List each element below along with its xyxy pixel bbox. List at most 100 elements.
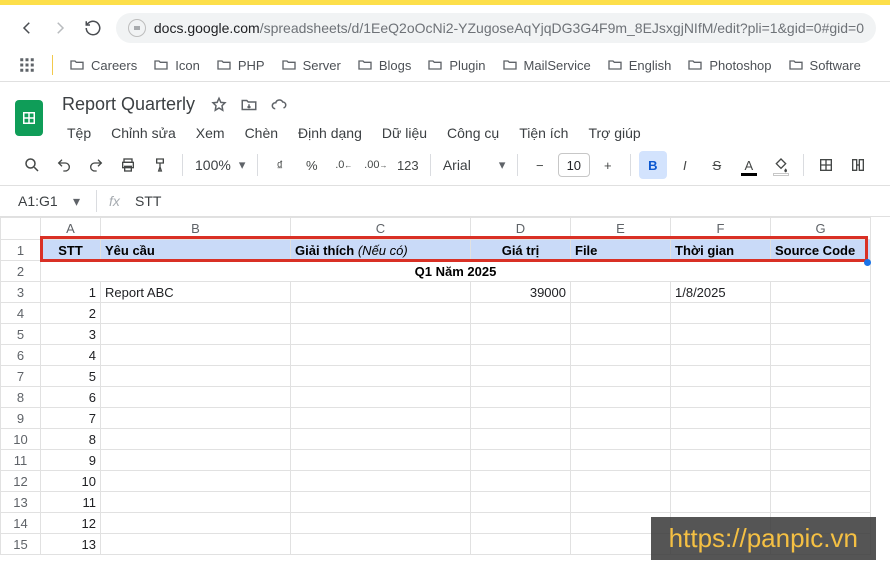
cell[interactable] (671, 429, 771, 450)
cell[interactable] (471, 513, 571, 534)
cell[interactable] (771, 387, 871, 408)
cell[interactable] (471, 324, 571, 345)
bookmark-item[interactable]: Careers (69, 57, 137, 73)
cell[interactable]: 12 (41, 513, 101, 534)
cell[interactable] (101, 513, 291, 534)
cell[interactable]: 11 (41, 492, 101, 513)
cell[interactable] (101, 471, 291, 492)
print-button[interactable] (114, 151, 142, 179)
borders-button[interactable] (812, 151, 840, 179)
row-header[interactable]: 9 (1, 408, 41, 429)
cell[interactable] (571, 387, 671, 408)
section-header-cell[interactable]: Q1 Năm 2025 (41, 261, 871, 282)
cell[interactable] (291, 366, 471, 387)
cell[interactable] (671, 387, 771, 408)
menu-item[interactable]: Định dạng (289, 121, 371, 145)
cell[interactable] (571, 429, 671, 450)
menu-item[interactable]: Chèn (236, 121, 287, 145)
cell[interactable] (771, 345, 871, 366)
row-header[interactable]: 5 (1, 324, 41, 345)
cell[interactable] (101, 303, 291, 324)
cell[interactable] (771, 282, 871, 303)
cell[interactable] (771, 471, 871, 492)
cell[interactable] (571, 303, 671, 324)
cell[interactable]: 13 (41, 534, 101, 555)
row-header[interactable]: 6 (1, 345, 41, 366)
row-header[interactable]: 10 (1, 429, 41, 450)
menu-item[interactable]: Tiện ích (510, 121, 577, 145)
row-header[interactable]: 12 (1, 471, 41, 492)
spreadsheet-grid[interactable]: ABCDEFG 1STTYêu cầuGiải thích (Nếu có)Gi… (0, 217, 871, 555)
undo-button[interactable] (50, 151, 78, 179)
cell[interactable] (291, 450, 471, 471)
cell[interactable] (291, 534, 471, 555)
cell[interactable] (771, 450, 871, 471)
cell[interactable] (291, 387, 471, 408)
select-all-corner[interactable] (1, 218, 41, 240)
search-menu-icon[interactable] (18, 151, 46, 179)
cell[interactable] (771, 408, 871, 429)
cell[interactable] (101, 450, 291, 471)
row-header[interactable]: 8 (1, 387, 41, 408)
cell[interactable] (571, 450, 671, 471)
row-header[interactable]: 11 (1, 450, 41, 471)
cell[interactable] (291, 471, 471, 492)
cell[interactable] (671, 450, 771, 471)
cell[interactable]: 9 (41, 450, 101, 471)
cell[interactable]: 3 (41, 324, 101, 345)
cell[interactable] (101, 429, 291, 450)
cell[interactable] (571, 408, 671, 429)
cell[interactable]: 2 (41, 303, 101, 324)
cell[interactable] (291, 303, 471, 324)
cell[interactable] (471, 429, 571, 450)
cell[interactable] (291, 282, 471, 303)
cell[interactable] (471, 303, 571, 324)
cell[interactable] (101, 492, 291, 513)
cell[interactable] (101, 345, 291, 366)
bookmark-item[interactable]: Photoshop (687, 57, 771, 73)
column-header[interactable]: B (101, 218, 291, 240)
sheets-logo[interactable] (10, 94, 48, 142)
cell[interactable] (671, 471, 771, 492)
cell[interactable] (471, 450, 571, 471)
cell[interactable] (101, 324, 291, 345)
menu-item[interactable]: Tệp (58, 121, 100, 145)
header-cell[interactable]: Giải thích (Nếu có) (291, 240, 471, 261)
cell[interactable]: 4 (41, 345, 101, 366)
address-bar[interactable]: docs.google.com/spreadsheets/d/1EeQ2oOcN… (116, 13, 876, 43)
cell[interactable] (101, 534, 291, 555)
row-header[interactable]: 2 (1, 261, 41, 282)
column-header[interactable]: E (571, 218, 671, 240)
redo-button[interactable] (82, 151, 110, 179)
cell[interactable]: 6 (41, 387, 101, 408)
cell[interactable]: 10 (41, 471, 101, 492)
bookmark-item[interactable]: English (607, 57, 672, 73)
font-chevron-icon[interactable]: ▾ (499, 157, 509, 173)
percent-format-button[interactable]: % (298, 151, 326, 179)
star-icon[interactable] (209, 95, 229, 115)
name-box-chevron-icon[interactable]: ▾ (73, 193, 80, 210)
cell[interactable] (471, 408, 571, 429)
cell[interactable] (771, 366, 871, 387)
header-cell[interactable]: Thời gian (671, 240, 771, 261)
cell[interactable]: 1 (41, 282, 101, 303)
column-header[interactable]: D (471, 218, 571, 240)
cell[interactable] (291, 345, 471, 366)
cell[interactable] (771, 303, 871, 324)
cell[interactable] (471, 534, 571, 555)
column-header[interactable]: A (41, 218, 101, 240)
cell[interactable]: Report ABC (101, 282, 291, 303)
increase-decimal-button[interactable]: .00→ (362, 151, 390, 179)
cell[interactable] (571, 366, 671, 387)
formula-bar[interactable]: STT (135, 193, 161, 209)
zoom-chevron-icon[interactable]: ▾ (239, 157, 249, 173)
cell[interactable] (571, 345, 671, 366)
cell[interactable] (571, 324, 671, 345)
menu-item[interactable]: Dữ liệu (373, 121, 436, 145)
cell[interactable] (101, 387, 291, 408)
menu-item[interactable]: Chỉnh sửa (102, 121, 185, 145)
cell[interactable] (291, 324, 471, 345)
cell[interactable]: 7 (41, 408, 101, 429)
cell[interactable] (291, 492, 471, 513)
bookmark-item[interactable]: Icon (153, 57, 200, 73)
